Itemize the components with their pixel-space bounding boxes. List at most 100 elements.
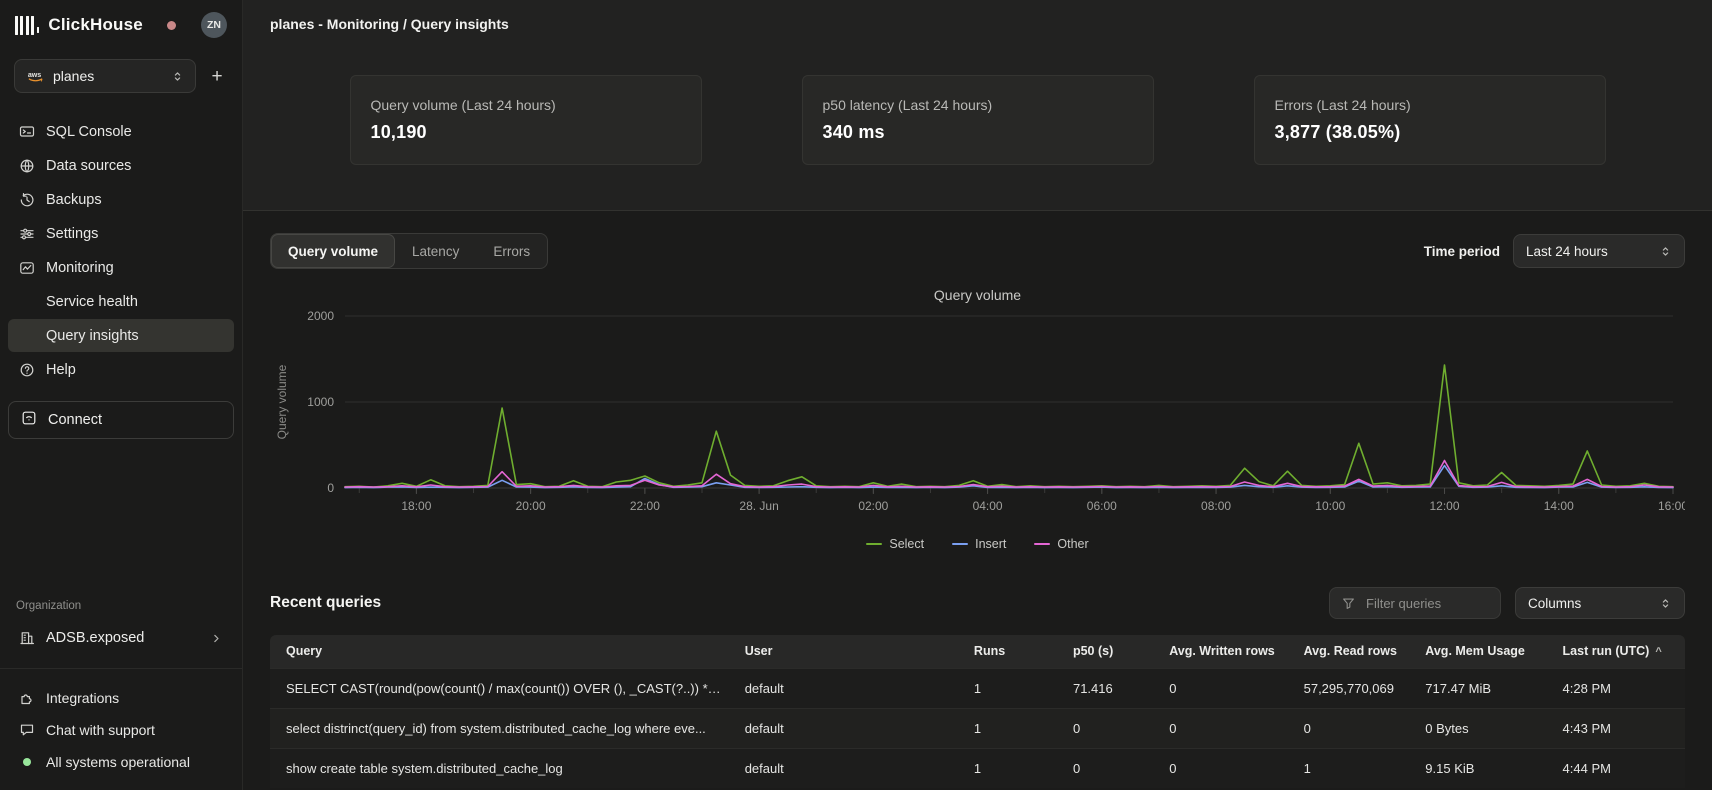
stat-value: 340 ms (823, 122, 1133, 143)
svg-text:2000: 2000 (307, 309, 334, 323)
legend-item-other[interactable]: Other (1034, 537, 1088, 551)
chart-title: Query volume (270, 287, 1685, 303)
status-ok-dot (23, 758, 31, 766)
svg-text:1000: 1000 (307, 395, 334, 409)
query-row[interactable]: select distrinct(query_id) from system.d… (270, 708, 1685, 748)
query-row[interactable]: show create table system.distributed_cac… (270, 748, 1685, 788)
svg-text:aws: aws (28, 70, 41, 78)
add-service-button[interactable]: + (206, 67, 228, 86)
sidebar-divider (0, 668, 242, 669)
sql-console-icon (19, 124, 35, 140)
chart-controls-row: Query volumeLatencyErrors Time period La… (270, 233, 1685, 269)
tab-errors[interactable]: Errors (476, 234, 547, 268)
data-sources-icon (19, 158, 35, 174)
sidebar-footer-label: Chat with support (46, 722, 155, 738)
sidebar-spacer (0, 439, 242, 600)
sidebar-item-label: Data sources (46, 158, 131, 174)
recent-queries-header: Recent queries Columns (270, 587, 1685, 619)
query-cell: default (733, 748, 962, 788)
legend-label: Insert (975, 537, 1006, 551)
chevron-updown-icon (1659, 597, 1672, 610)
sidebar-item-label: Settings (46, 226, 98, 242)
svg-text:10:00: 10:00 (1315, 499, 1345, 513)
sidebar-footer-chat-with-support[interactable]: Chat with support (8, 714, 234, 745)
aws-icon: aws (26, 69, 45, 84)
settings-icon (19, 226, 35, 242)
sidebar-item-backups[interactable]: Backups (8, 183, 234, 216)
stat-card-p50-latency: p50 latency (Last 24 hours) 340 ms (802, 75, 1154, 165)
sidebar-item-settings[interactable]: Settings (8, 217, 234, 250)
query-cell: 71.416 (1061, 668, 1157, 708)
chart-tabs: Query volumeLatencyErrors (270, 233, 548, 269)
column-header-avg-written-rows[interactable]: Avg. Written rows (1157, 635, 1291, 668)
sidebar-item-query-insights[interactable]: Query insights (8, 319, 234, 352)
time-period-select[interactable]: Last 24 hours (1513, 234, 1685, 268)
legend-swatch (952, 543, 968, 545)
column-header-avg-mem-usage[interactable]: Avg. Mem Usage (1413, 635, 1550, 668)
query-cell: select distrinct(query_id) from system.d… (270, 708, 733, 748)
organization-switcher[interactable]: ADSB.exposed (8, 621, 234, 655)
query-cell: 4:43 PM (1551, 708, 1685, 748)
filter-queries-input[interactable] (1364, 595, 1489, 612)
sidebar-item-label: Service health (46, 294, 138, 310)
time-period-wrap: Time period Last 24 hours (1424, 234, 1685, 268)
column-header-p50-s-[interactable]: p50 (s) (1061, 635, 1157, 668)
column-header-query[interactable]: Query (270, 635, 733, 668)
columns-select[interactable]: Columns (1515, 587, 1685, 619)
legend-swatch (866, 543, 882, 545)
sidebar-footer-all-systems-operational[interactable]: All systems operational (8, 746, 234, 777)
legend-item-select[interactable]: Select (866, 537, 924, 551)
sidebar-item-help[interactable]: Help (8, 353, 234, 386)
avatar[interactable]: ZN (201, 12, 227, 38)
app-root: ClickHouse ZN aws planes + SQL ConsoleDa… (0, 0, 1712, 790)
stats-band: Query volume (Last 24 hours) 10,190 p50 … (243, 48, 1712, 211)
chevron-updown-icon (171, 70, 184, 83)
column-header-avg-read-rows[interactable]: Avg. Read rows (1292, 635, 1414, 668)
series-other-line (345, 461, 1673, 488)
backups-icon (19, 192, 35, 208)
sidebar-item-label: SQL Console (46, 124, 132, 140)
query-cell: 9.15 KiB (1413, 748, 1550, 788)
query-cell: 1 (1292, 748, 1414, 788)
column-header-user[interactable]: User (733, 635, 962, 668)
recent-queries-title: Recent queries (270, 594, 381, 612)
query-cell: 0 Bytes (1413, 708, 1550, 748)
legend-swatch (1034, 543, 1050, 545)
svg-text:18:00: 18:00 (401, 499, 431, 513)
connect-button[interactable]: Connect (8, 401, 234, 439)
tab-query-volume[interactable]: Query volume (271, 234, 395, 268)
organization-icon (19, 630, 35, 646)
svg-text:04:00: 04:00 (973, 499, 1003, 513)
svg-text:28. Jun: 28. Jun (739, 499, 778, 513)
query-cell: 0 (1061, 748, 1157, 788)
sidebar-item-data-sources[interactable]: Data sources (8, 149, 234, 182)
column-header-last-run-utc-[interactable]: Last run (UTC)^ (1551, 635, 1685, 668)
query-row[interactable]: SELECT CAST(round(pow(count() / max(coun… (270, 668, 1685, 708)
column-header-runs[interactable]: Runs (962, 635, 1061, 668)
time-period-label: Time period (1424, 244, 1500, 259)
workspace-selector[interactable]: aws planes (14, 59, 196, 93)
connect-icon (21, 410, 37, 430)
tab-latency[interactable]: Latency (395, 234, 476, 268)
sidebar-item-service-health[interactable]: Service health (8, 285, 234, 318)
sidebar-footer-integrations[interactable]: Integrations (8, 682, 234, 713)
svg-text:20:00: 20:00 (516, 499, 546, 513)
query-cell: 4:44 PM (1551, 748, 1685, 788)
organization-section-label: Organization (0, 600, 242, 612)
sidebar-item-label: Help (46, 362, 76, 378)
svg-text:22:00: 22:00 (630, 499, 660, 513)
integrations-icon (19, 690, 35, 706)
funnel-icon (1341, 596, 1356, 611)
legend-item-insert[interactable]: Insert (952, 537, 1006, 551)
sidebar-item-monitoring[interactable]: Monitoring (8, 251, 234, 284)
query-cell: 0 (1061, 708, 1157, 748)
svg-text:06:00: 06:00 (1087, 499, 1117, 513)
time-period-value: Last 24 hours (1526, 244, 1608, 259)
chart-legend: Select Insert Other (270, 537, 1685, 551)
sidebar-item-sql-console[interactable]: SQL Console (8, 115, 234, 148)
chevron-updown-icon (1659, 245, 1672, 258)
chevron-right-icon (210, 632, 223, 645)
query-cell: 717.47 MiB (1413, 668, 1550, 708)
sidebar-menu: SQL Console Data sources Backups Settings Mo… (0, 115, 242, 386)
query-cell: show create table system.distributed_cac… (270, 748, 733, 788)
